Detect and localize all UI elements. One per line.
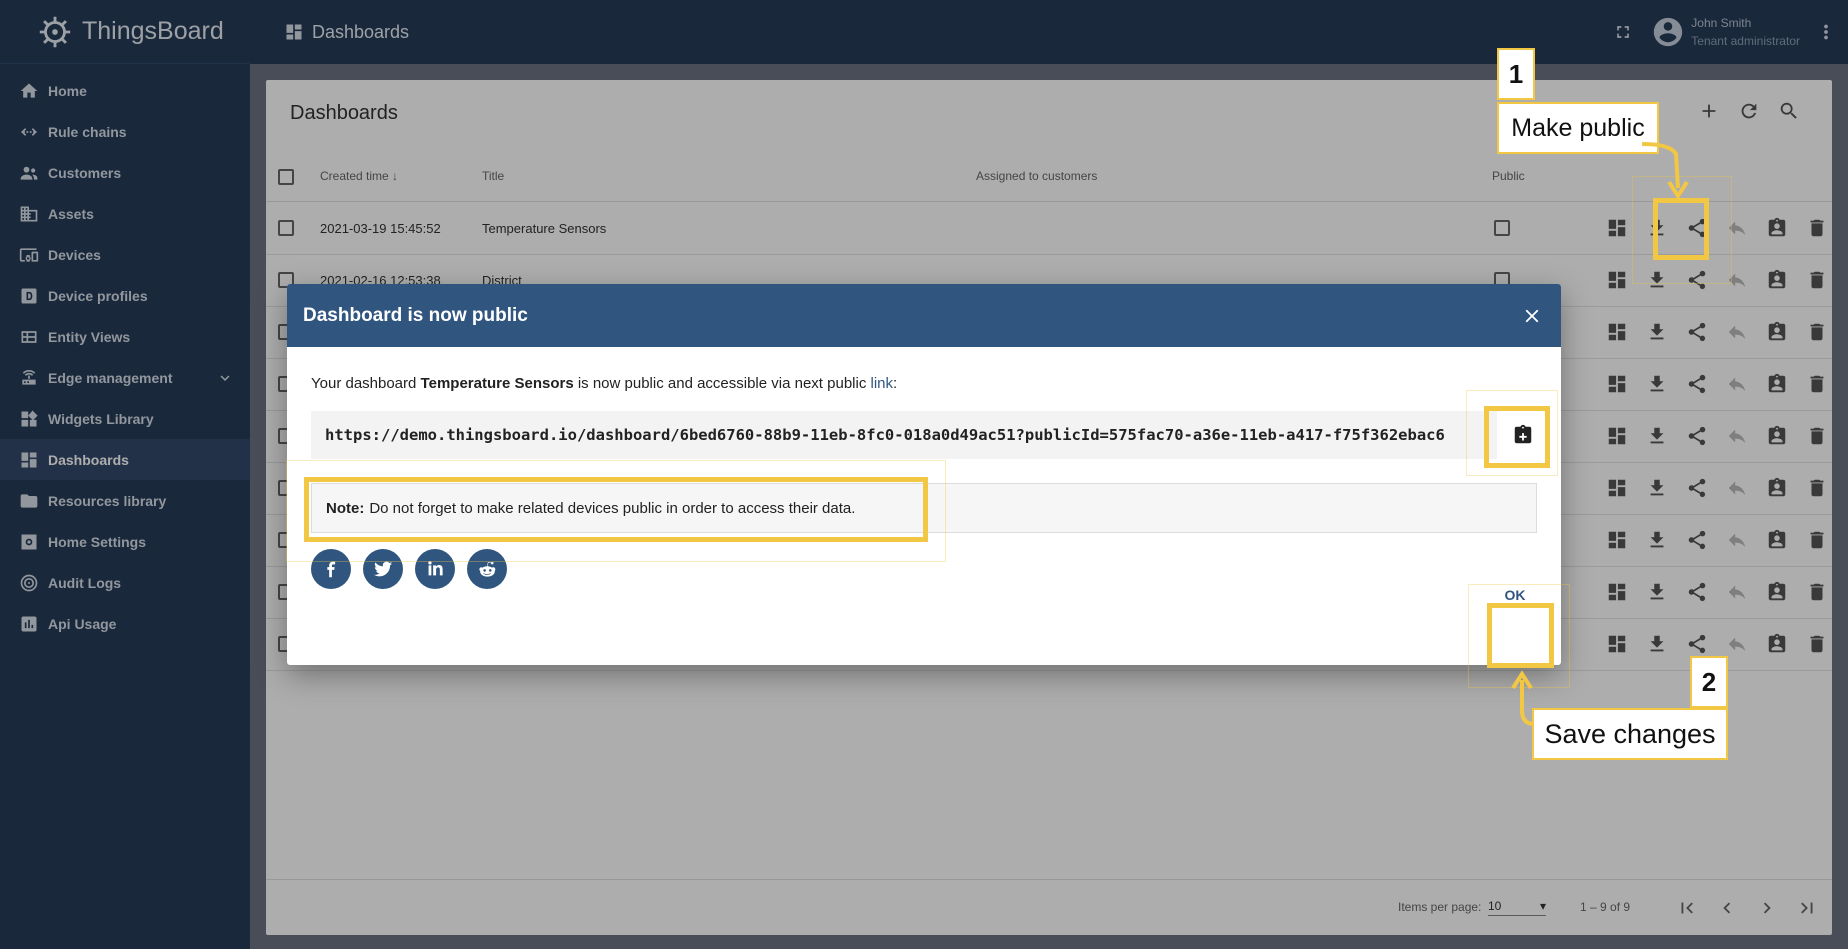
public-url-field[interactable]: https://demo.thingsboard.io/dashboard/6b… [311,411,1497,459]
dialog-title: Dashboard is now public [303,304,528,326]
message-text: is now public and accessible via next pu… [573,375,871,392]
annotation-arrow-1 [1640,140,1690,200]
dialog-header: Dashboard is now public [287,284,1561,347]
message-text: : [893,375,898,392]
annotation-highlight-note [304,477,928,542]
annotation-step-number: 1 [1497,48,1535,100]
dialog-message: Your dashboard Temperature Sensors is no… [311,375,897,392]
close-icon [1525,309,1539,323]
message-text: Your dashboard [311,375,421,392]
dashboard-name: Temperature Sensors [420,375,574,392]
annotation-step-number: 2 [1690,656,1728,708]
annotation-highlight-share [1653,198,1709,260]
close-button[interactable] [1517,301,1547,331]
annotation-highlight-ok [1487,603,1554,668]
public-link[interactable]: link [871,375,894,392]
annotation-callout-save-changes: Save changes [1532,708,1728,760]
annotation-arrow-2 [1500,670,1540,730]
annotation-highlight-copy [1484,406,1550,468]
annotation-callout-make-public: Make public [1497,102,1659,154]
